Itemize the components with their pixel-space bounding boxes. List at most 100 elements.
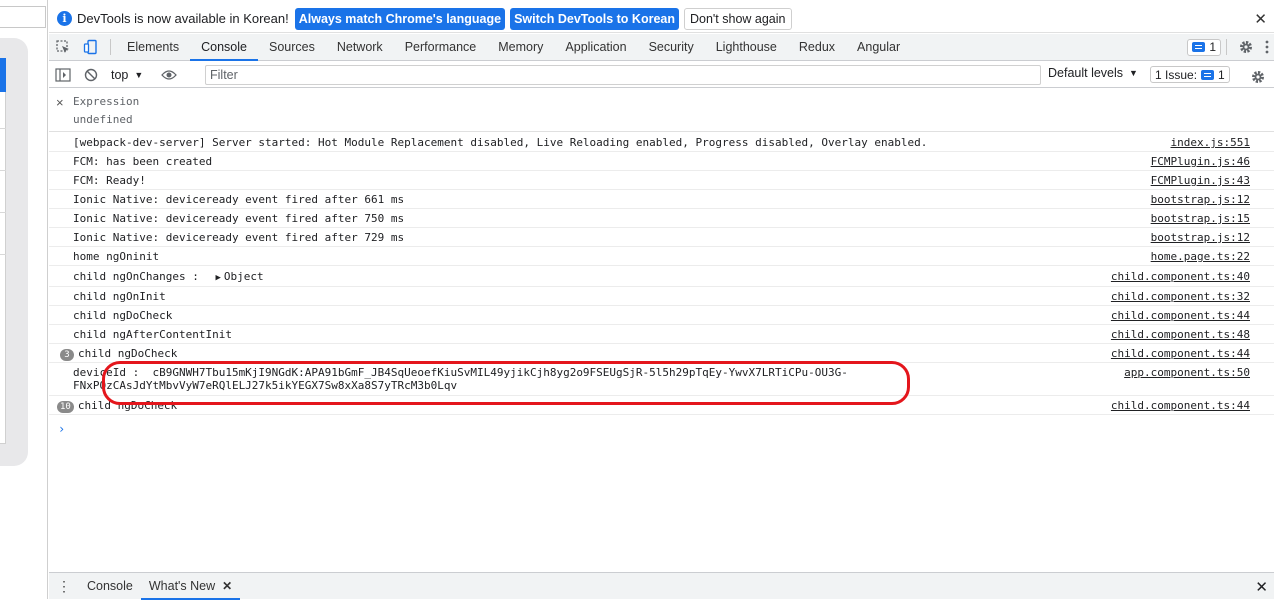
log-message: Ionic Native: deviceready event fired af… — [73, 231, 405, 244]
more-options-icon[interactable] — [1260, 34, 1274, 60]
issues-label: 1 Issue: — [1155, 67, 1198, 82]
log-message: child ngDoCheck — [73, 309, 173, 322]
language-infobar: i DevTools is now available in Korean! A… — [49, 5, 1274, 33]
remove-expression-icon[interactable]: × — [56, 95, 64, 110]
repeat-count-badge: 10 — [57, 401, 74, 413]
log-message: FCM: Ready! — [73, 174, 146, 187]
source-link[interactable]: child.component.ts:44 — [1111, 309, 1250, 322]
page-preview — [0, 0, 48, 599]
close-icon[interactable]: ✕ — [1254, 10, 1267, 28]
expand-triangle-icon[interactable]: ▶ — [215, 273, 220, 283]
source-link[interactable]: bootstrap.js:15 — [1151, 212, 1250, 225]
log-levels-dropdown[interactable]: Default levels ▼ — [1048, 66, 1138, 80]
tab-security[interactable]: Security — [638, 34, 705, 60]
log-message: child ngDoCheck — [78, 347, 178, 360]
object-preview[interactable]: Object — [224, 270, 264, 283]
log-row: child ngAfterContentInit child.component… — [49, 325, 1274, 344]
source-link[interactable]: child.component.ts:44 — [1111, 347, 1250, 360]
filter-input[interactable] — [205, 65, 1041, 85]
close-drawer-icon[interactable]: ✕ — [1255, 578, 1268, 596]
tab-memory[interactable]: Memory — [487, 34, 554, 60]
issues-count: 1 — [1218, 67, 1225, 82]
context-selector[interactable]: top ▼ — [105, 68, 149, 82]
close-tab-icon[interactable]: ✕ — [222, 579, 232, 593]
log-row: Ionic Native: deviceready event fired af… — [49, 190, 1274, 209]
divider — [0, 254, 6, 255]
source-link[interactable]: child.component.ts:48 — [1111, 328, 1250, 341]
expression-value: undefined — [73, 113, 133, 126]
log-message: child ngAfterContentInit — [73, 328, 232, 341]
log-row: Ionic Native: deviceready event fired af… — [49, 228, 1274, 247]
log-row: child ngDoCheck child.component.ts:44 — [49, 306, 1274, 325]
source-link[interactable]: child.component.ts:32 — [1111, 290, 1250, 303]
device-toolbar-icon[interactable] — [77, 34, 105, 60]
switch-korean-button[interactable]: Switch DevTools to Korean — [510, 7, 679, 30]
log-row: Ionic Native: deviceready event fired af… — [49, 209, 1274, 228]
source-link[interactable]: bootstrap.js:12 — [1151, 231, 1250, 244]
sidebar-toggle-icon[interactable] — [49, 63, 77, 87]
info-icon: i — [57, 11, 72, 26]
settings-gear-icon[interactable] — [1232, 34, 1260, 60]
drawer-tab-label: Console — [87, 579, 133, 593]
log-row: [webpack-dev-server] Server started: Hot… — [49, 133, 1274, 152]
log-message: Ionic Native: deviceready event fired af… — [73, 193, 405, 206]
repeat-count-badge: 3 — [60, 349, 74, 361]
log-message: child ngOnInit — [73, 290, 166, 303]
drawer-tab-whats-new[interactable]: What's New ✕ — [140, 573, 241, 600]
log-row: child ngOnInit child.component.ts:32 — [49, 287, 1274, 306]
tab-application[interactable]: Application — [554, 34, 637, 60]
console-prompt[interactable]: › — [58, 422, 65, 436]
drawer-tabbar: ⋮ Console What's New ✕ ✕ — [49, 572, 1274, 600]
expression-label[interactable]: Expression — [73, 95, 139, 108]
drawer-menu-icon[interactable]: ⋮ — [49, 578, 79, 595]
infobar-message: DevTools is now available in Korean! — [77, 11, 289, 26]
source-link[interactable]: child.component.ts:40 — [1111, 270, 1250, 283]
log-row: FCM: has been created FCMPlugin.js:46 — [49, 152, 1274, 171]
tab-lighthouse[interactable]: Lighthouse — [705, 34, 788, 60]
dropdown-arrow-icon: ▼ — [134, 69, 144, 80]
clear-console-icon[interactable] — [77, 63, 105, 87]
tab-elements[interactable]: Elements — [116, 34, 190, 60]
issues-button[interactable]: 1 Issue: 1 — [1150, 66, 1230, 83]
live-expression: × Expression undefined — [49, 89, 1274, 132]
log-message: FCM: has been created — [73, 155, 213, 168]
source-link[interactable]: child.component.ts:44 — [1111, 399, 1250, 412]
tab-sources[interactable]: Sources — [258, 34, 326, 60]
dropdown-arrow-icon: ▼ — [1129, 68, 1138, 78]
page-address-field[interactable] — [0, 6, 46, 28]
log-row: home ngOninit home.page.ts:22 — [49, 247, 1274, 266]
tab-performance[interactable]: Performance — [394, 34, 488, 60]
message-icon — [1201, 69, 1215, 80]
context-label: top — [111, 67, 129, 82]
log-message: deviceId : cB9GNWH7Tbu15mKjI9NGdK:APA91b… — [73, 366, 848, 392]
source-link[interactable]: home.page.ts:22 — [1151, 250, 1250, 263]
log-message: [webpack-dev-server] Server started: Hot… — [73, 136, 928, 149]
source-link[interactable]: FCMPlugin.js:46 — [1151, 155, 1250, 168]
device-screen[interactable] — [0, 58, 6, 444]
log-row: deviceId : cB9GNWH7Tbu15mKjI9NGdK:APA91b… — [49, 363, 1274, 396]
messages-badge[interactable]: 1 — [1187, 38, 1221, 56]
drawer-tab-console[interactable]: Console — [79, 573, 141, 599]
console-settings-gear-icon[interactable] — [1244, 65, 1272, 89]
log-row: child ngOnChanges : ▶ Object child.compon… — [49, 266, 1274, 287]
log-message: Ionic Native: deviceready event fired af… — [73, 212, 405, 225]
log-row: 3 child ngDoCheck child.component.ts:44 — [49, 344, 1274, 363]
devtools-panel: i DevTools is now available in Korean! A… — [49, 0, 1274, 600]
tab-redux[interactable]: Redux — [788, 34, 846, 60]
source-link[interactable]: bootstrap.js:12 — [1151, 193, 1250, 206]
match-language-button[interactable]: Always match Chrome's language — [294, 7, 506, 30]
source-link[interactable]: app.component.ts:50 — [1124, 366, 1250, 379]
drawer-tab-label: What's New — [148, 579, 216, 593]
tab-network[interactable]: Network — [326, 34, 394, 60]
tab-console[interactable]: Console — [190, 34, 258, 61]
levels-label: Default levels — [1048, 66, 1124, 80]
divider — [0, 128, 6, 129]
console-toolbar: top ▼ Default levels ▼ 1 Issue: 1 — [49, 62, 1274, 88]
source-link[interactable]: FCMPlugin.js:43 — [1151, 174, 1250, 187]
live-expression-eye-icon[interactable] — [155, 63, 183, 87]
source-link[interactable]: index.js:551 — [1171, 136, 1250, 149]
dont-show-again-button[interactable]: Don't show again — [683, 7, 792, 30]
tab-angular[interactable]: Angular — [846, 34, 911, 60]
inspect-element-icon[interactable] — [49, 34, 77, 60]
message-icon — [1192, 42, 1206, 52]
